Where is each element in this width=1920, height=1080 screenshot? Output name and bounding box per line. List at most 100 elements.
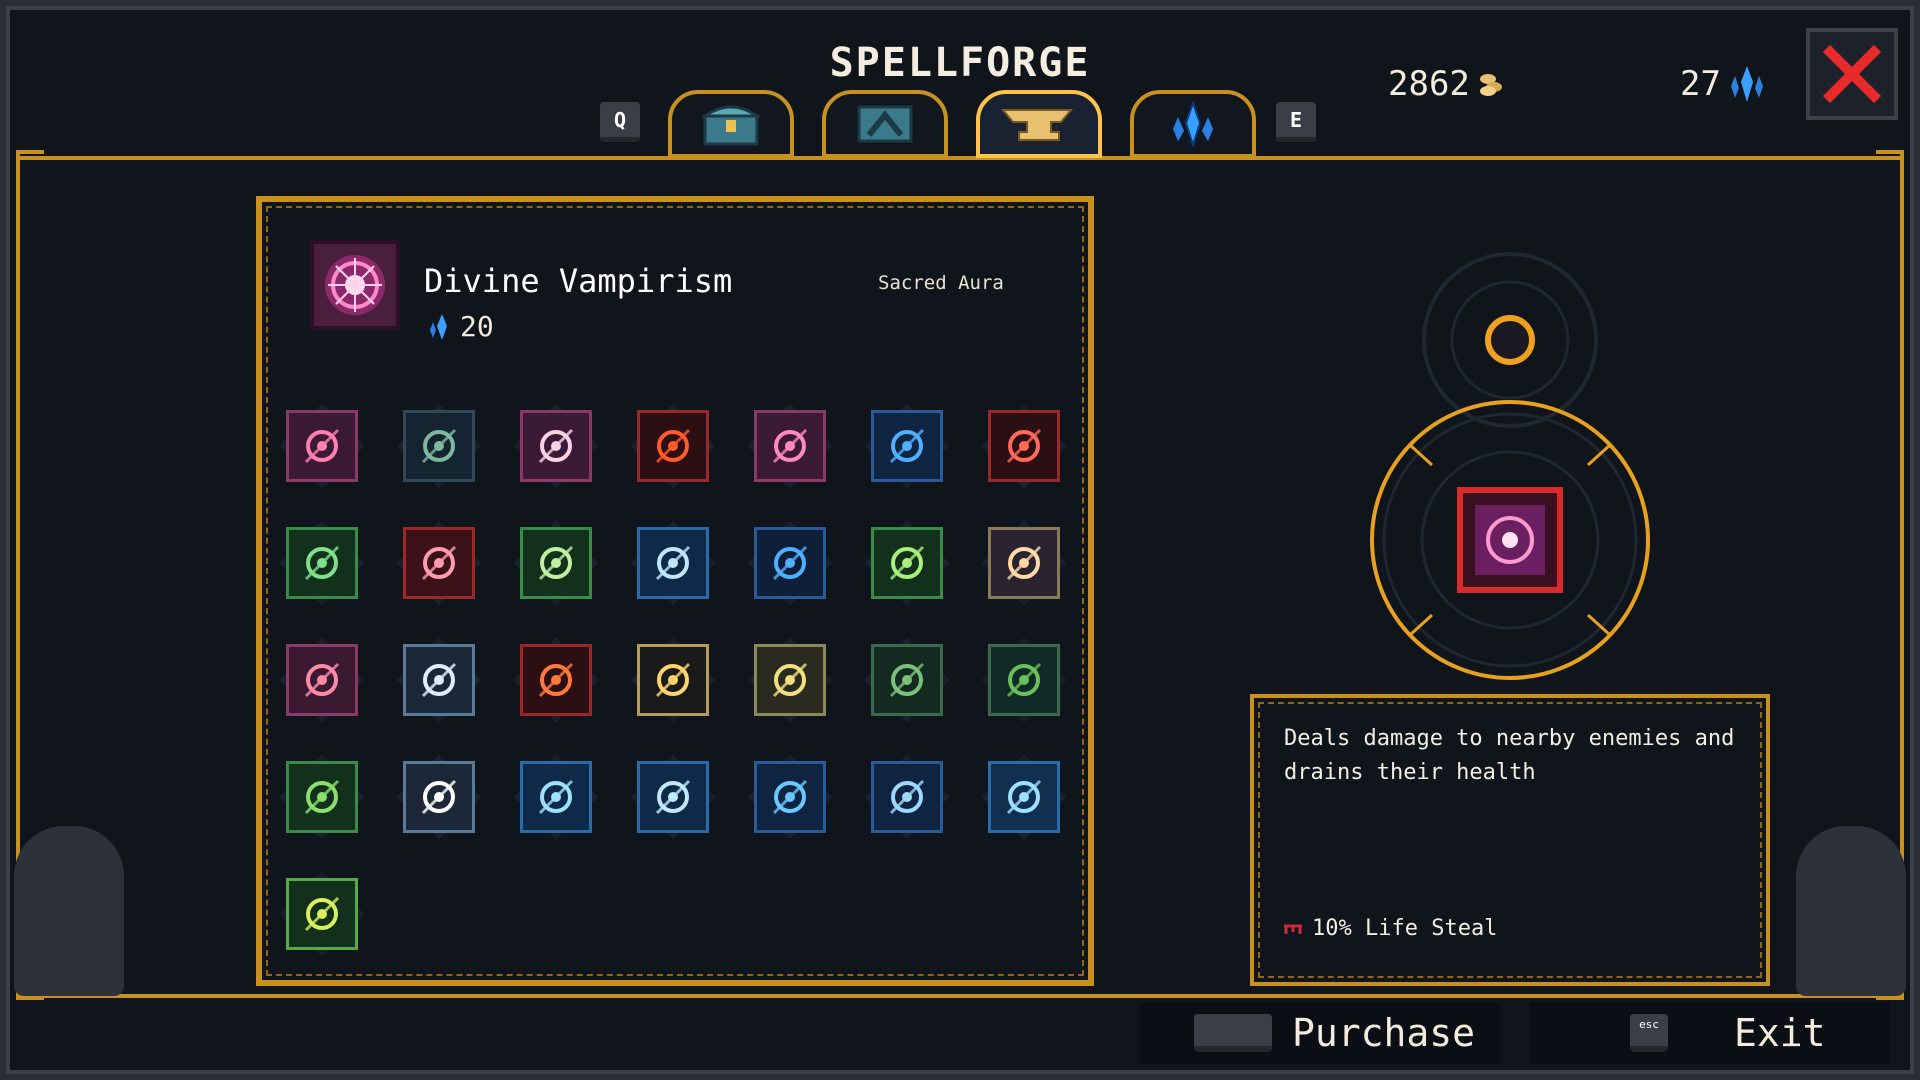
golden-strike-spell-icon	[754, 644, 826, 716]
spell-slot[interactable]	[630, 754, 716, 840]
close-button[interactable]	[1806, 28, 1898, 120]
green-arrow-spell-icon	[871, 527, 943, 599]
pink-bolt-spell-icon	[754, 410, 826, 482]
rune-circle-spell-icon	[403, 410, 475, 482]
spell-slot[interactable]	[747, 637, 833, 723]
green-target-spell-icon	[520, 527, 592, 599]
crystal-cost-icon	[430, 313, 447, 340]
selected-spell-name: Divine Vampirism	[424, 262, 733, 300]
spell-slot[interactable]	[747, 754, 833, 840]
spell-slot[interactable]	[513, 403, 599, 489]
spacebar-key-icon	[1194, 1014, 1272, 1052]
treasure-chest-icon	[702, 105, 760, 146]
spell-slot[interactable]	[279, 520, 365, 606]
blue-eye-spell-icon	[754, 527, 826, 599]
selected-spell-cost: 20	[428, 310, 494, 343]
spell-slot[interactable]	[864, 754, 950, 840]
spell-slot[interactable]	[864, 520, 950, 606]
cost-value: 20	[460, 310, 494, 343]
tidal-wave-spell-icon	[988, 761, 1060, 833]
expand-arrows-spell-icon	[286, 527, 358, 599]
blue-whip-spell-icon	[754, 761, 826, 833]
spell-slot[interactable]	[279, 871, 365, 957]
footer-divider	[16, 994, 1904, 998]
tab-crystals[interactable]	[1130, 90, 1256, 158]
goblin-summon-spell-icon	[988, 644, 1060, 716]
sacred-aura-icon	[325, 255, 385, 315]
exit-label: Exit	[1734, 1011, 1826, 1055]
red-meteor-spell-icon	[403, 527, 475, 599]
header-divider	[16, 156, 1904, 160]
spell-slot[interactable]	[747, 520, 833, 606]
next-tab-key[interactable]: E	[1276, 102, 1316, 142]
spell-slot[interactable]	[513, 520, 599, 606]
fire-comet-spell-icon	[520, 644, 592, 716]
spell-slot[interactable]	[396, 754, 482, 840]
blue-comet-spell-icon	[871, 761, 943, 833]
spell-slot[interactable]	[864, 403, 950, 489]
sacred-aura-spell-icon	[520, 410, 592, 482]
pink-ripple-spell-icon	[286, 410, 358, 482]
spell-slot[interactable]	[396, 637, 482, 723]
blood-tree-spell-icon	[286, 644, 358, 716]
crossed-ice-spell-icon	[637, 761, 709, 833]
spell-slot[interactable]	[747, 403, 833, 489]
spell-slot[interactable]	[279, 637, 365, 723]
purchase-label: Purchase	[1292, 1011, 1476, 1055]
gold-sword-spell-icon	[637, 644, 709, 716]
life-steal-icon	[1284, 924, 1302, 934]
corner-ornament-tr	[1876, 150, 1904, 178]
purchase-button[interactable]: Purchase	[1140, 1002, 1500, 1064]
spell-category: Sacred Aura	[878, 272, 1004, 294]
exit-button[interactable]: esc Exit	[1530, 1002, 1890, 1064]
spell-slot[interactable]	[864, 637, 950, 723]
gold-coins-icon	[1479, 74, 1502, 96]
green-beetle-spell-icon	[871, 644, 943, 716]
right-statue-decoration	[1796, 826, 1906, 996]
spell-slot[interactable]	[981, 754, 1067, 840]
spell-slot[interactable]	[513, 754, 599, 840]
triple-arrow-spell-icon	[988, 527, 1060, 599]
crystal-amount: 27	[1680, 64, 1721, 104]
spell-slot[interactable]	[630, 403, 716, 489]
gold-counter: 2862	[1388, 64, 1506, 104]
anvil-icon	[1001, 109, 1074, 141]
esc-key-icon: esc	[1630, 1014, 1668, 1052]
tab-forge[interactable]	[976, 90, 1102, 158]
crafting-box-icon	[857, 105, 913, 143]
spell-slot[interactable]	[396, 520, 482, 606]
crystal-counter: 27	[1680, 64, 1765, 104]
green-leaf-burst-spell-icon	[286, 761, 358, 833]
prev-tab-key[interactable]: Q	[600, 102, 640, 142]
spell-slot[interactable]	[279, 403, 365, 489]
blue-vortex-spell-icon	[871, 410, 943, 482]
corner-ornament-tl	[16, 150, 44, 178]
spell-description: Deals damage to nearby enemies and drain…	[1284, 726, 1735, 785]
spell-slot[interactable]	[279, 754, 365, 840]
crystal-currency-icon	[1730, 66, 1763, 102]
spell-slot[interactable]	[396, 403, 482, 489]
spell-slot[interactable]	[981, 403, 1067, 489]
spell-slot[interactable]	[630, 520, 716, 606]
left-statue-decoration	[14, 826, 124, 996]
tab-chest[interactable]	[668, 90, 794, 158]
gold-amount: 2862	[1388, 64, 1470, 104]
close-icon	[1822, 44, 1882, 104]
dark-orb-fire-spell-icon	[637, 410, 709, 482]
crystal-icon	[1173, 101, 1213, 147]
spell-slot[interactable]	[630, 637, 716, 723]
tab-crafting[interactable]	[822, 90, 948, 158]
ice-lance-spell-icon	[520, 761, 592, 833]
selected-spell-icon	[310, 240, 400, 330]
spell-tree-diagram	[1370, 252, 1650, 680]
silver-blade-spell-icon	[403, 644, 475, 716]
white-star-spell-icon	[403, 761, 475, 833]
light-pillar-spell-icon	[637, 527, 709, 599]
spell-slot[interactable]	[981, 520, 1067, 606]
page-title: SPELLFORGE	[829, 40, 1091, 86]
green-flame-spell-icon	[286, 878, 358, 950]
spell-slot[interactable]	[981, 637, 1067, 723]
spell-slot[interactable]	[513, 637, 599, 723]
spell-stat: 10% Life Steal	[1282, 916, 1497, 941]
red-slash-spell-icon	[988, 410, 1060, 482]
